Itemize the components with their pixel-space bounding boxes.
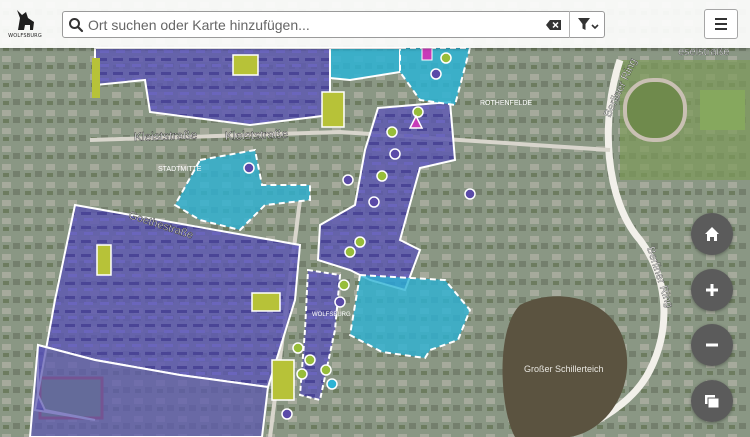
street-label-kleiststrasse-2: Kleiststraße bbox=[225, 127, 289, 143]
marker-green[interactable] bbox=[338, 279, 350, 291]
marker-green[interactable] bbox=[440, 52, 452, 64]
home-button[interactable] bbox=[691, 213, 733, 255]
wolfsburg-logo[interactable]: WOLFSBURG bbox=[6, 6, 44, 42]
layers-button[interactable] bbox=[691, 380, 733, 422]
menu-button[interactable] bbox=[704, 9, 738, 39]
marker-purple[interactable] bbox=[281, 408, 293, 420]
top-bar: WOLFSBURG bbox=[0, 0, 750, 48]
search-icon bbox=[69, 18, 84, 33]
marker-purple[interactable] bbox=[368, 196, 380, 208]
wolf-icon bbox=[17, 10, 34, 30]
search-input[interactable] bbox=[88, 14, 543, 35]
water-label-schillerteich: Großer Schillerteich bbox=[524, 364, 604, 374]
zone-olive-3[interactable] bbox=[96, 244, 112, 276]
layers-icon bbox=[705, 395, 720, 409]
stadium-field bbox=[623, 78, 687, 142]
street-label-kleiststrasse-1: Kleiststraße bbox=[134, 128, 198, 144]
plus-icon bbox=[706, 284, 718, 296]
district-label-wolfsburg: WOLFSBURG bbox=[312, 312, 351, 318]
home-icon bbox=[705, 227, 719, 241]
hamburger-icon bbox=[715, 18, 727, 30]
marker-green[interactable] bbox=[296, 368, 308, 380]
zone-olive-2[interactable] bbox=[321, 91, 345, 128]
search-bar bbox=[62, 11, 605, 38]
marker-cyan[interactable] bbox=[326, 378, 338, 390]
clear-icon[interactable] bbox=[545, 16, 563, 34]
marker-green[interactable] bbox=[304, 354, 316, 366]
marker-purple[interactable] bbox=[389, 148, 401, 160]
zoom-in-button[interactable] bbox=[691, 269, 733, 311]
marker-green[interactable] bbox=[376, 170, 388, 182]
marker-purple[interactable] bbox=[464, 188, 476, 200]
marker-purple[interactable] bbox=[334, 296, 346, 308]
marker-green[interactable] bbox=[412, 106, 424, 118]
sports-field-right bbox=[700, 90, 745, 130]
filter-button[interactable] bbox=[569, 11, 605, 38]
zone-olive-4[interactable] bbox=[251, 292, 281, 312]
marker-purple[interactable] bbox=[243, 162, 255, 174]
marker-purple[interactable] bbox=[430, 68, 442, 80]
zone-olive-1[interactable] bbox=[232, 54, 259, 76]
marker-green[interactable] bbox=[354, 236, 366, 248]
district-label-stadtmitte: STADTMITTE bbox=[158, 166, 202, 173]
zone-olive-6[interactable] bbox=[92, 58, 100, 98]
marker-green[interactable] bbox=[344, 246, 356, 258]
minus-icon bbox=[706, 343, 718, 347]
marker-green[interactable] bbox=[386, 126, 398, 138]
logo-text: WOLFSBURG bbox=[8, 33, 42, 39]
marker-pink-square[interactable] bbox=[421, 47, 433, 61]
district-label-rothenfelde: ROTHENFELDE bbox=[480, 100, 532, 107]
marker-green[interactable] bbox=[292, 342, 304, 354]
marker-purple[interactable] bbox=[342, 174, 354, 186]
zone-olive-5[interactable] bbox=[271, 359, 295, 401]
map-canvas[interactable]: Kleiststraße Kleiststraße Goethestraße S… bbox=[0, 0, 750, 437]
zoom-out-button[interactable] bbox=[691, 324, 733, 366]
marker-green[interactable] bbox=[320, 364, 332, 376]
filter-icon bbox=[578, 18, 599, 30]
